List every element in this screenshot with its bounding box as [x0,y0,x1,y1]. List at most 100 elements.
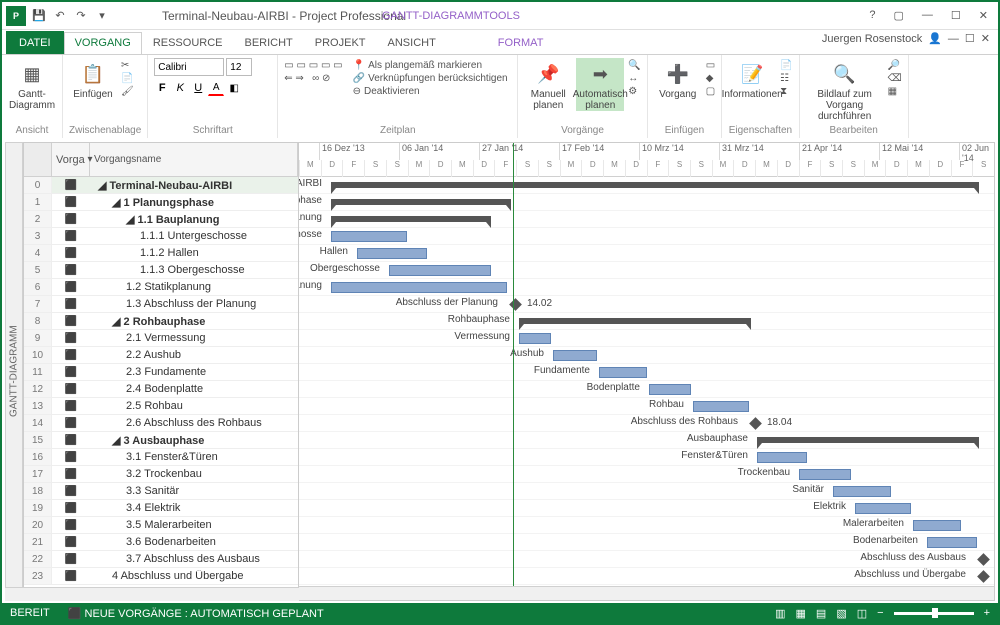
save-icon[interactable]: 💾 [31,8,47,24]
table-row[interactable]: 5 ⬛ 1.1.3 Obergeschosse [24,262,298,279]
task-name-cell[interactable]: ◢ 3 Ausbauphase [90,434,298,447]
row-num[interactable]: 17 [24,466,52,482]
task-mode-icon[interactable]: ⬛ [52,401,90,412]
gantt-row[interactable]: Abschluss des Ausbaus06.06 [299,551,994,568]
pct0-icon[interactable]: ▭ ▭ ▭ ▭ ▭ [284,60,342,71]
table-row[interactable]: 1 ⬛ ◢ 1 Planungsphase [24,194,298,211]
scroll-to-task-button[interactable]: 🔍 Bildlauf zum Vorgang durchführen [806,58,884,122]
task-mode-icon[interactable]: ⬛ [52,537,90,548]
gantt-summary-bar[interactable] [331,216,491,222]
indent-icons[interactable]: ⇐ ⇒ ∞ ⊘ [284,73,342,84]
task-name-cell[interactable]: 2.1 Vermessung [90,332,298,344]
font-color-icon[interactable]: A [208,80,224,96]
gantt-bar[interactable] [331,231,407,242]
auto-schedule-button[interactable]: ➡ Automatisch planen [576,58,624,111]
task-mode-icon[interactable]: ⬛ [52,214,90,225]
task-mode-icon[interactable]: ⬛ [52,333,90,344]
gantt-row[interactable]: Abschluss der Planung14.02 [299,296,994,313]
user-avatar-icon[interactable]: 👤 [928,32,942,45]
gantt-bar[interactable] [833,486,891,497]
cut-icon[interactable]: ✂ [121,60,134,71]
task-name-cell[interactable]: 3.3 Sanitär [90,485,298,497]
close-icon[interactable]: ✕ [975,9,992,22]
table-row[interactable]: 14 ⬛ 2.6 Abschluss des Rohbaus [24,415,298,432]
gantt-milestone[interactable] [977,553,990,566]
table-row[interactable]: 23 ⬛ 4 Abschluss und Übergabe [24,568,298,585]
task-name-cell[interactable]: 2.5 Rohbau [90,400,298,412]
row-num[interactable]: 6 [24,279,52,295]
minimize-icon[interactable]: — [918,9,937,22]
col-taskname[interactable]: Vorgangsname [90,143,298,176]
tab-projekt[interactable]: PROJEKT [304,32,377,54]
information-button[interactable]: 📝 Informationen [728,58,776,100]
table-row[interactable]: 13 ⬛ 2.5 Rohbau [24,398,298,415]
gantt-row[interactable]: Malerarbeiten [299,517,994,534]
table-row[interactable]: 6 ⬛ 1.2 Statikplanung [24,279,298,296]
tab-ansicht[interactable]: ANSICHT [377,32,447,54]
gantt-bar[interactable] [599,367,647,378]
table-row[interactable]: 3 ⬛ 1.1.1 Untergeschosse [24,228,298,245]
task-mode-icon[interactable]: ⬛ [52,282,90,293]
gantt-bar[interactable] [855,503,911,514]
gantt-row[interactable]: Bodenplatte [299,381,994,398]
row-num[interactable]: 3 [24,228,52,244]
font-name-input[interactable] [154,58,224,76]
gantt-bar[interactable] [519,333,551,344]
task-mode-icon[interactable]: ⬛ [52,231,90,242]
view-shortcut1-icon[interactable]: ▥ [775,607,785,620]
details-icon[interactable]: ☷ [780,73,792,84]
left-scrollbar[interactable] [23,587,299,601]
task-mode-icon[interactable]: ⬛ [52,486,90,497]
maximize-icon[interactable]: ☐ [947,9,965,22]
gantt-row[interactable]: Abschluss des Rohbaus18.04 [299,415,994,432]
row-num[interactable]: 19 [24,500,52,516]
task-name-cell[interactable]: ◢ 2 Rohbauphase [90,315,298,328]
table-row[interactable]: 0 ⬛ ◢ Terminal-Neubau-AIRBI [24,177,298,194]
row-num[interactable]: 16 [24,449,52,465]
table-row[interactable]: 19 ⬛ 3.4 Elektrik [24,500,298,517]
task-mode-icon[interactable]: ⬛ [52,299,90,310]
table-row[interactable]: 17 ⬛ 3.2 Trockenbau [24,466,298,483]
help-icon[interactable]: ? [865,9,879,22]
close2-icon[interactable]: ✕ [981,32,990,45]
row-num[interactable]: 13 [24,398,52,414]
task-name-cell[interactable]: 4 Abschluss und Übergabe [90,570,298,582]
inspect-icon[interactable]: 🔍 [628,60,640,71]
table-row[interactable]: 11 ⬛ 2.3 Fundamente [24,364,298,381]
table-row[interactable]: 15 ⬛ ◢ 3 Ausbauphase [24,432,298,449]
row-num[interactable]: 8 [24,313,52,329]
task-name-cell[interactable]: 2.3 Fundamente [90,366,298,378]
gantt-row[interactable]: Sanitär [299,483,994,500]
notes-icon[interactable]: 📄 [780,60,792,71]
row-num[interactable]: 22 [24,551,52,567]
milestone-insert-icon[interactable]: ◆ [706,73,715,84]
task-name-cell[interactable]: 3.2 Trockenbau [90,468,298,480]
table-row[interactable]: 21 ⬛ 3.6 Bodenarbeiten [24,534,298,551]
gantt-bar[interactable] [913,520,961,531]
table-row[interactable]: 9 ⬛ 2.1 Vermessung [24,330,298,347]
view-shortcut3-icon[interactable]: ▤ [816,607,826,620]
gantt-row[interactable]: Ausbauphase [299,432,994,449]
gantt-row[interactable]: Statikplanung [299,279,994,296]
task-mode-icon[interactable]: ⬛ [52,265,90,276]
zoom-out-icon[interactable]: − [877,607,883,619]
gantt-bar[interactable] [357,248,427,259]
row-num[interactable]: 14 [24,415,52,431]
task-mode-icon[interactable]: ⬛ [52,554,90,565]
gantt-row[interactable]: Planungsphase [299,194,994,211]
gantt-bar[interactable] [757,452,807,463]
task-name-cell[interactable]: ◢ 1.1 Bauplanung [90,213,298,226]
summary-icon[interactable]: ▭ [706,60,715,71]
font-size-input[interactable] [226,58,252,76]
task-mode-icon[interactable]: ⬛ [52,418,90,429]
paste-button[interactable]: 📋 Einfügen [69,58,117,100]
gantt-milestone[interactable] [509,298,522,311]
row-num[interactable]: 18 [24,483,52,499]
row-num[interactable]: 10 [24,347,52,363]
gantt-row[interactable]: Elektrik [299,500,994,517]
task-mode-icon[interactable]: ⬛ [52,180,90,191]
gantt-milestone[interactable] [749,417,762,430]
tab-vorgang[interactable]: VORGANG [64,32,142,54]
insert-task-button[interactable]: ➕ Vorgang [654,58,702,100]
row-num[interactable]: 20 [24,517,52,533]
